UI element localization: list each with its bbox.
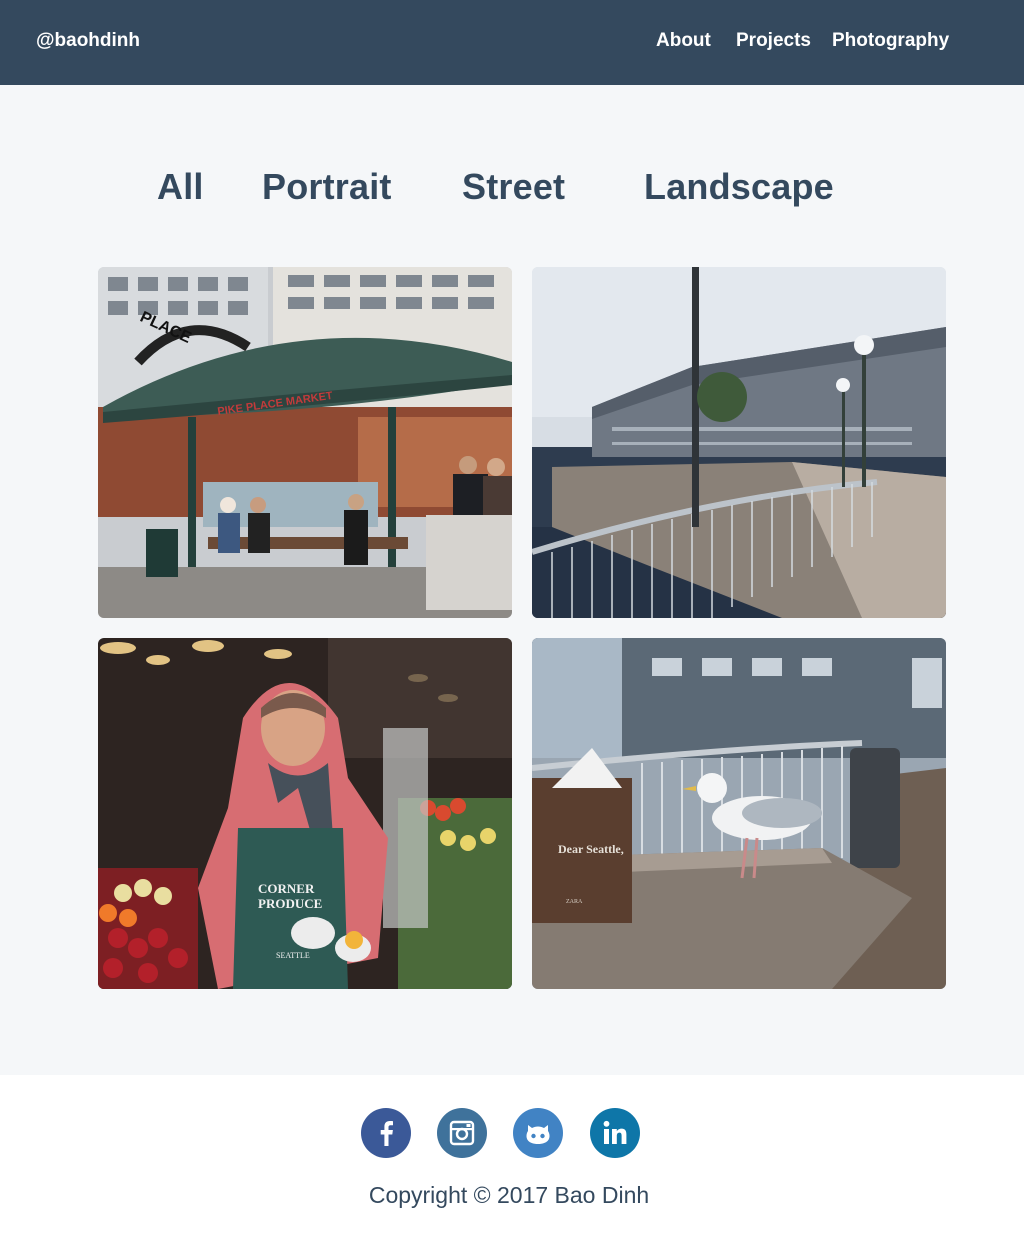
apron-text-produce: PRODUCE — [258, 896, 322, 911]
footer: Copyright © 2017 Bao Dinh — [0, 1075, 1024, 1236]
filter-street[interactable]: Street — [462, 166, 565, 208]
filter-landscape[interactable]: Landscape — [644, 166, 834, 208]
photo-filter-bar: All Portrait Street Landscape — [0, 166, 1024, 210]
gallery-photo-vendor[interactable]: CORNER PRODUCE SEATTLE — [98, 638, 512, 989]
market-photo-image: PIKE PLACE MARKET PLACE — [98, 267, 512, 618]
apron-text-seattle: SEATTLE — [276, 951, 310, 960]
apron-text-corner: CORNER — [258, 881, 315, 896]
linkedin-link[interactable] — [590, 1108, 640, 1158]
top-navbar: @baohdinh About Projects Photography — [0, 0, 1024, 85]
filter-portrait[interactable]: Portrait — [262, 166, 392, 208]
seagull-photo-image: Dear Seattle, ZARA — [532, 638, 946, 989]
nav-photography-link[interactable]: Photography — [832, 30, 949, 52]
instagram-link[interactable] — [437, 1108, 487, 1158]
linkedin-icon — [603, 1120, 627, 1144]
facebook-link[interactable] — [361, 1108, 411, 1158]
vendor-photo-image: CORNER PRODUCE SEATTLE — [98, 638, 512, 989]
copyright-label: Copyright © 2017 Bao Dinh — [368, 1182, 650, 1208]
bag-text: Dear Seattle, — [558, 842, 624, 856]
main-nav: About Projects Photography — [0, 30, 1024, 54]
github-icon — [526, 1125, 550, 1144]
gallery-photo-seagull[interactable]: Dear Seattle, ZARA — [532, 638, 946, 989]
github-link[interactable] — [513, 1108, 563, 1158]
nav-about-link[interactable]: About — [656, 30, 711, 52]
filter-all[interactable]: All — [157, 166, 204, 208]
gallery-photo-market[interactable]: PIKE PLACE MARKET PLACE — [98, 267, 512, 618]
facebook-icon — [380, 1121, 393, 1146]
gallery-photo-pier[interactable] — [532, 267, 946, 618]
instagram-icon — [449, 1120, 475, 1146]
bag-brand-text: ZARA — [566, 899, 583, 905]
pier-photo-image — [532, 267, 946, 618]
nav-projects-link[interactable]: Projects — [736, 30, 811, 52]
copyright-text: Copyright © 2017 Bao Dinh — [0, 1182, 1024, 1209]
